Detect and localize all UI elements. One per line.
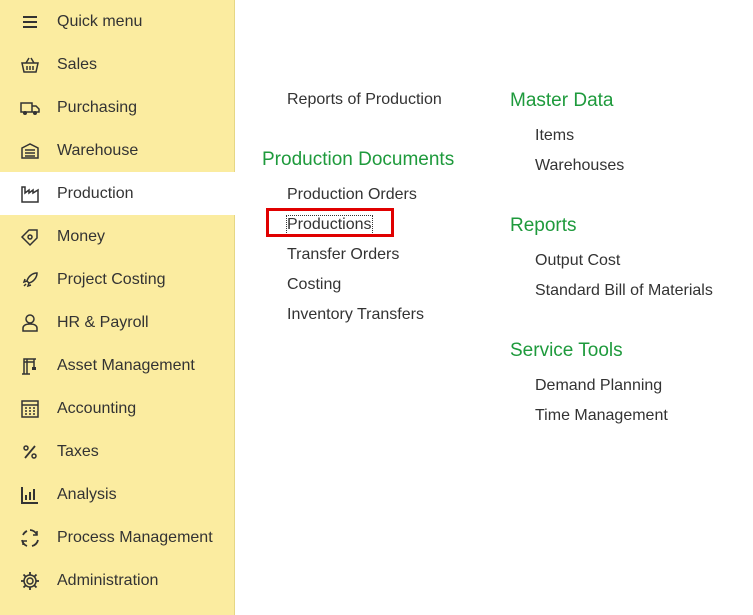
link-output-cost[interactable]: Output Cost [535,252,620,270]
sidebar-item-label: Production [57,184,134,202]
sidebar-item-money[interactable]: Money [0,215,235,258]
sidebar-item-label: Quick menu [57,12,143,30]
link-time-management[interactable]: Time Management [535,407,668,425]
section-title-service-tools: Service Tools [510,340,623,361]
sidebar-item-label: Taxes [57,442,99,460]
link-warehouses[interactable]: Warehouses [535,157,624,175]
sidebar-item-taxes[interactable]: Taxes [0,430,235,473]
link-demand-planning[interactable]: Demand Planning [535,377,662,395]
link-standard-bill-of-materials[interactable]: Standard Bill of Materials [535,282,713,300]
truck-icon [19,97,41,119]
highlight-box [266,208,394,237]
sidebar-item-project-costing[interactable]: Project Costing [0,258,235,301]
link-reports-of-production[interactable]: Reports of Production [287,91,442,109]
sidebar-item-label: Analysis [57,485,117,503]
calculator-icon [19,398,41,420]
link-transfer-orders[interactable]: Transfer Orders [287,246,399,264]
sidebar-item-label: Project Costing [57,270,166,288]
rocket-icon [19,269,41,291]
sidebar-item-accounting[interactable]: Accounting [0,387,235,430]
section-title-master-data: Master Data [510,90,614,111]
sidebar-item-asset-management[interactable]: Asset Management [0,344,235,387]
sidebar-item-label: Warehouse [57,141,139,159]
sidebar-item-label: Sales [57,55,98,73]
sidebar-item-label: HR & Payroll [57,313,149,331]
sidebar-item-process-management[interactable]: Process Management [0,516,235,559]
crane-icon [19,355,41,377]
person-icon [19,312,41,334]
sidebar-item-administration[interactable]: Administration [0,559,235,602]
link-inventory-transfers[interactable]: Inventory Transfers [287,306,424,324]
sidebar-item-label: Asset Management [57,356,195,374]
gear-icon [19,570,41,592]
sidebar: Quick menu Sales Purchasing Warehouse Pr… [0,0,235,615]
hamburger-icon [19,11,41,33]
sidebar-item-hr-payroll[interactable]: HR & Payroll [0,301,235,344]
section-title-production-documents: Production Documents [262,149,455,170]
sidebar-item-label: Purchasing [57,98,138,116]
sidebar-item-quick-menu[interactable]: Quick menu [0,0,235,43]
basket-icon [19,54,41,76]
link-production-orders[interactable]: Production Orders [287,186,417,204]
link-items[interactable]: Items [535,127,574,145]
sidebar-item-label: Administration [57,571,159,589]
percent-icon [19,441,41,463]
sidebar-item-warehouse[interactable]: Warehouse [0,129,235,172]
warehouse-icon [19,140,41,162]
sidebar-item-production[interactable]: Production [0,172,235,215]
bar-chart-icon [19,484,41,506]
section-title-reports: Reports [510,215,577,236]
sidebar-item-analysis[interactable]: Analysis [0,473,235,516]
sidebar-item-label: Money [57,227,106,245]
sidebar-item-label: Accounting [57,399,137,417]
link-costing[interactable]: Costing [287,276,341,294]
cycle-icon [19,527,41,549]
factory-icon [19,183,41,205]
money-tag-icon [19,226,41,248]
sidebar-item-sales[interactable]: Sales [0,43,235,86]
sidebar-item-label: Process Management [57,528,213,546]
sidebar-item-purchasing[interactable]: Purchasing [0,86,235,129]
